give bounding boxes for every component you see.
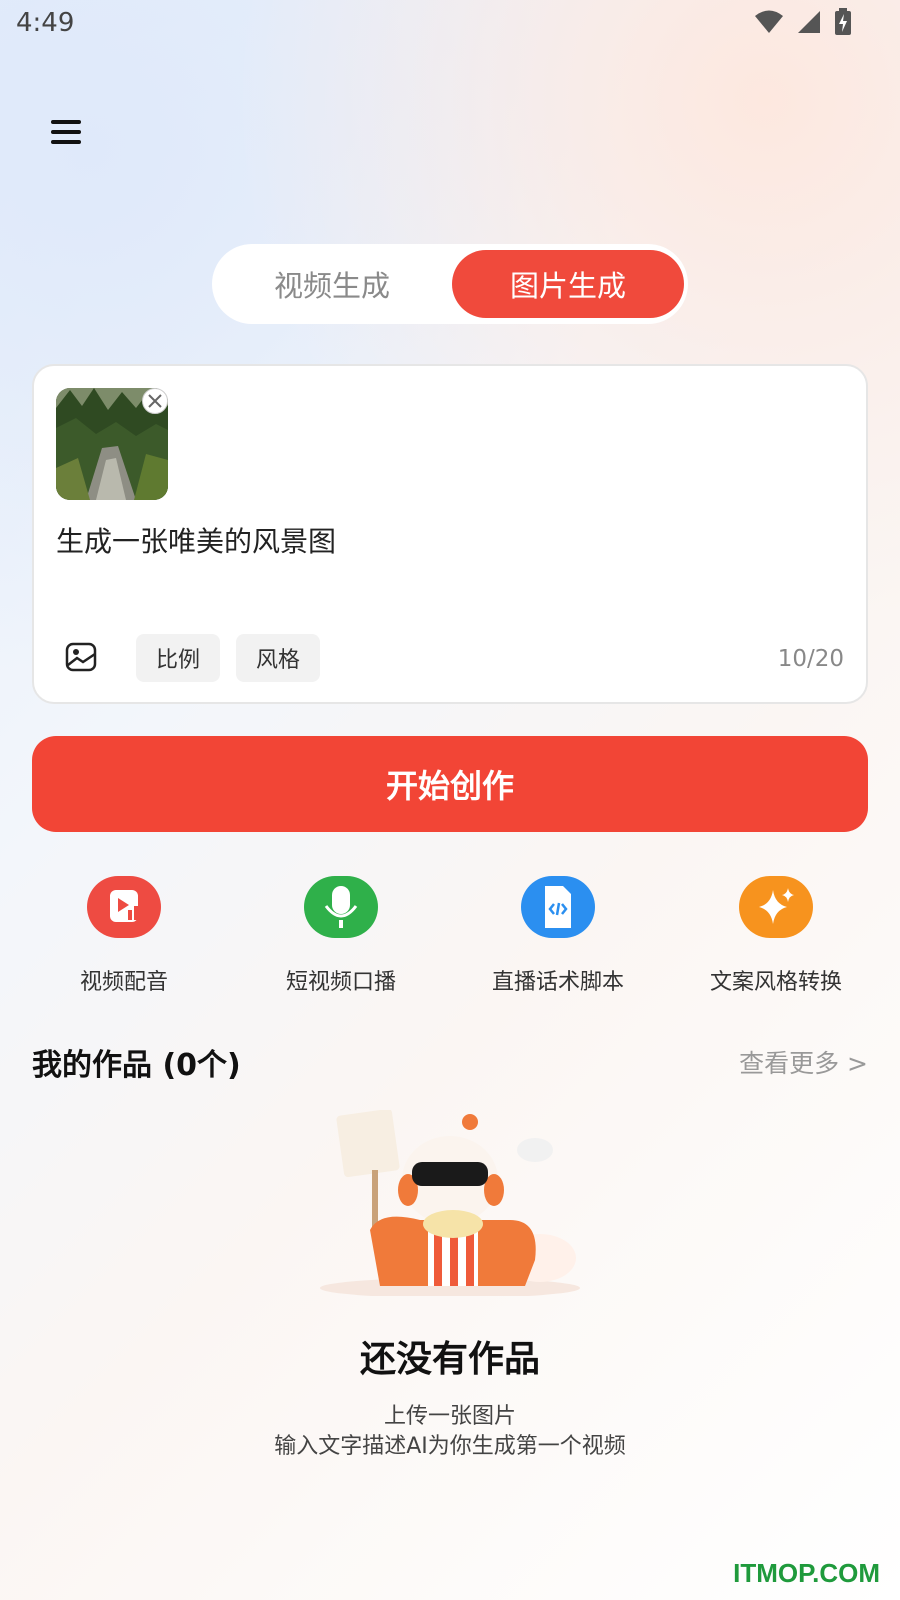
status-time: 4:49 [16,8,75,38]
tool-label: 直播话术脚本 [491,970,624,995]
watermark: ITMOP.COM [733,1558,880,1588]
empty-state-line-2: 输入文字描述AI为你生成第一个视频 [274,1434,626,1459]
tab-video-generation[interactable]: 视频生成 [216,250,448,318]
remove-image-button[interactable] [142,388,168,414]
empty-state-title: 还没有作品 [359,1339,540,1380]
close-icon [148,394,162,408]
cell-signal-icon [798,11,820,33]
view-more-link[interactable]: 查看更多 > [739,1044,868,1080]
tool-live-script[interactable]: 直播话术脚本 [468,872,648,996]
prompt-card: 生成一张唯美的风景图 比例 风格 10/20 [32,364,868,704]
tool-label: 视频配音 [79,970,168,995]
start-create-button[interactable]: 开始创作 [32,736,868,832]
status-bar: 4:49 [0,0,900,48]
tool-label: 短视频口播 [285,970,396,995]
hamburger-menu-icon [51,120,81,144]
sparkle-icon [739,876,813,938]
video-dubbing-icon [87,876,161,938]
tool-short-video-talk[interactable]: 短视频口播 [251,872,431,996]
style-chip[interactable]: 风格 [236,634,320,682]
add-image-button[interactable] [64,640,98,674]
menu-button[interactable] [48,114,88,154]
my-works-title: 我的作品 (0个) [32,1048,241,1083]
status-icons [754,8,852,36]
empty-state-line-1: 上传一张图片 [383,1404,516,1429]
battery-icon [835,8,851,35]
image-icon [65,642,97,672]
wifi-icon [755,10,783,33]
character-counter: 10/20 [777,646,844,672]
microphone-icon [304,876,378,938]
tool-copy-style-convert[interactable]: 文案风格转换 [686,872,866,996]
tab-image-generation[interactable]: 图片生成 [452,250,684,318]
ratio-chip[interactable]: 比例 [136,634,220,682]
script-file-icon [521,876,595,938]
mode-segmented-control: 视频生成 图片生成 [212,244,688,324]
tool-video-dubbing[interactable]: 视频配音 [34,872,214,996]
empty-state-mascot-illustration [310,1108,590,1298]
tool-label: 文案风格转换 [709,970,842,995]
prompt-input[interactable]: 生成一张唯美的风景图 [56,520,336,560]
